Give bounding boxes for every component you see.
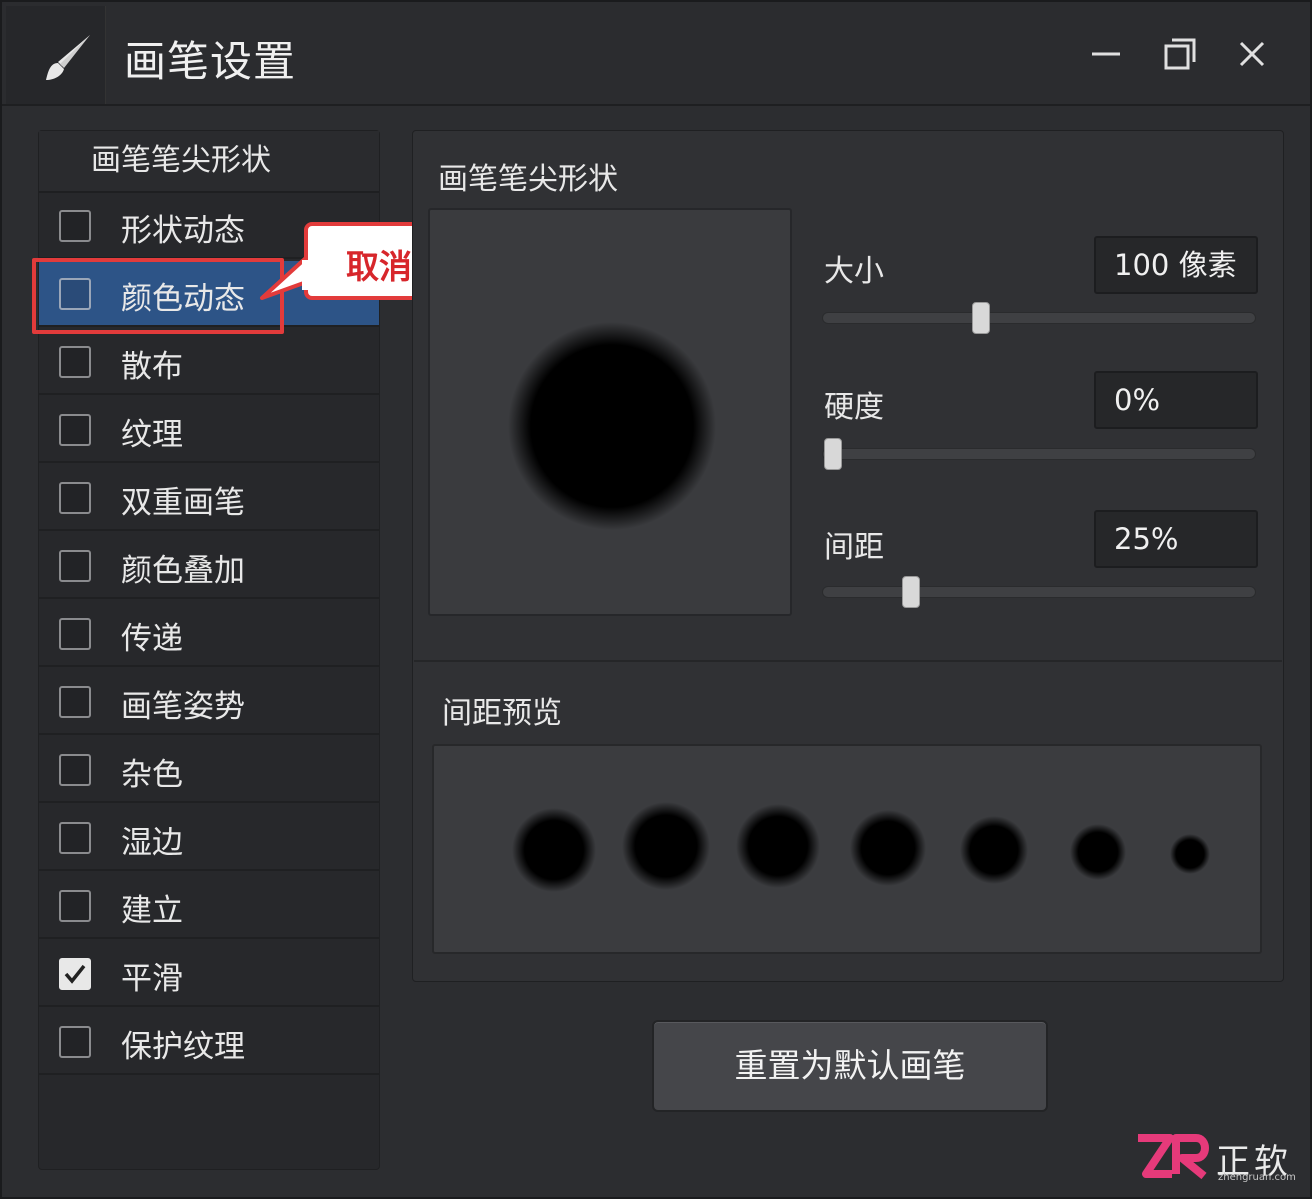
option-row[interactable]: 画笔姿势 [39,669,379,735]
option-row[interactable]: 平滑 [39,941,379,1007]
option-label: 散布 [121,349,183,385]
param-slider-track[interactable] [822,586,1256,598]
option-checkbox[interactable] [59,550,91,582]
spacing-dot [736,804,820,888]
checkmark-icon [64,964,86,984]
option-checkbox[interactable] [59,822,91,854]
option-checkbox[interactable] [59,210,91,242]
param-label: 硬度 [824,390,884,425]
close-button[interactable] [1230,32,1274,76]
spacing-section-title: 间距预览 [442,696,562,731]
option-row[interactable]: 杂色 [39,737,379,803]
param-value-field[interactable]: 100 像素 [1094,236,1258,294]
minimize-icon [1092,52,1120,56]
option-label: 保护纹理 [121,1029,245,1065]
param-slider-thumb[interactable] [972,302,991,334]
brush-tip-shape-header[interactable]: 画笔笔尖形状 [39,131,379,193]
option-label: 画笔姿势 [121,689,245,725]
param-label: 大小 [824,254,884,289]
app-icon-container [6,6,106,104]
option-checkbox[interactable] [59,618,91,650]
param-label: 间距 [824,530,884,565]
maximize-button[interactable] [1158,32,1202,76]
option-label: 形状动态 [121,213,245,249]
maximize-icon [1164,38,1196,70]
spacing-dot [850,810,926,886]
option-label: 平滑 [121,961,183,997]
spacing-dot [1170,834,1210,874]
section-divider [414,660,1282,662]
option-checkbox[interactable] [59,686,91,718]
param-slider-track[interactable] [822,312,1256,324]
option-checkbox[interactable] [59,1026,91,1058]
paintbrush-icon [46,35,90,80]
spacing-dot [960,816,1028,884]
option-label: 传递 [121,621,183,657]
brush-tip-preview [428,208,792,616]
close-icon [1239,41,1265,67]
option-checkbox[interactable] [59,414,91,446]
param-slider-thumb[interactable] [824,438,842,470]
option-row[interactable]: 纹理 [39,397,379,463]
option-row[interactable]: 建立 [39,873,379,939]
option-label: 建立 [121,893,183,929]
option-row[interactable]: 保护纹理 [39,1009,379,1075]
spacing-preview [432,744,1262,954]
option-row[interactable]: 散布 [39,329,379,395]
callout-pointer-cover [302,260,318,290]
option-row[interactable]: 双重画笔 [39,465,379,531]
option-checkbox[interactable] [59,482,91,514]
param-value-field[interactable]: 0% [1094,371,1258,429]
window-title: 画笔设置 [124,37,297,86]
option-label: 湿边 [121,825,183,861]
option-row[interactable]: 颜色叠加 [39,533,379,599]
tip-section-title: 画笔笔尖形状 [438,162,618,197]
option-checkbox[interactable] [59,754,91,786]
spacing-dot [622,802,710,890]
brush-tip-dot [508,322,716,530]
brand-logo-icon [1138,1134,1209,1180]
spacing-dot [1070,824,1126,880]
option-checkbox[interactable] [59,890,91,922]
option-label: 双重画笔 [121,485,245,521]
brand-url: zhengruan.com [1218,1172,1296,1183]
highlight-frame [32,258,284,334]
brand-watermark: 正软 zhengruan.com [1134,1130,1304,1190]
option-checkbox[interactable] [59,958,91,990]
option-label: 颜色叠加 [121,553,245,589]
reset-default-brush-button[interactable]: 重置为默认画笔 [652,1020,1048,1112]
brush-settings-window: 画笔设置 画笔笔尖形状 形状动态 颜色动态 散布 纹理 双重画笔 颜色叠加 传递 画笔姿势 杂色… [0,0,1312,1199]
option-checkbox[interactable] [59,346,91,378]
minimize-button[interactable] [1084,32,1128,76]
option-label: 纹理 [121,417,183,453]
title-bar[interactable]: 画笔设置 [2,2,1310,106]
param-slider-track[interactable] [822,448,1256,460]
option-row[interactable]: 传递 [39,601,379,667]
param-slider-thumb[interactable] [902,576,921,608]
option-label: 杂色 [121,757,183,793]
param-value-field[interactable]: 25% [1094,510,1258,568]
option-row[interactable]: 湿边 [39,805,379,871]
spacing-dot [512,808,596,892]
